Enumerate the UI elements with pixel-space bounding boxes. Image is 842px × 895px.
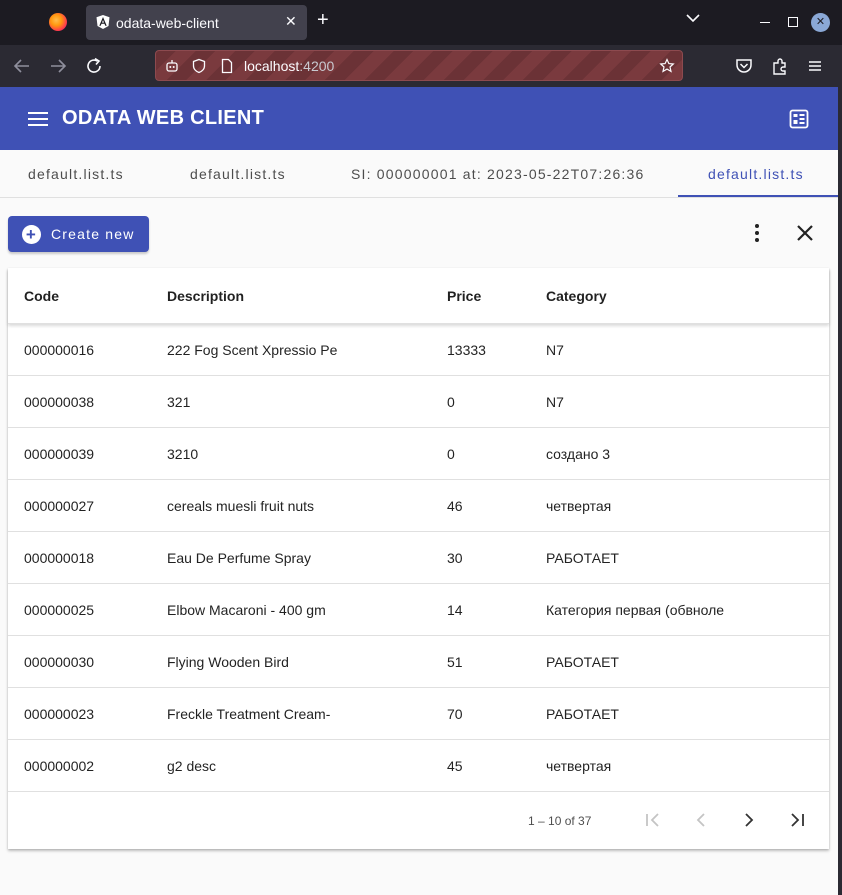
- cell-price: 13333: [447, 342, 486, 358]
- table-row[interactable]: 000000025 Elbow Macaroni - 400 gm 14 Кат…: [8, 584, 829, 636]
- cell-category: РАБОТАЕТ: [546, 706, 619, 722]
- app-toolbar: ODATA WEB CLIENT: [0, 87, 838, 150]
- first-page-icon[interactable]: [642, 809, 664, 831]
- forward-arrow-icon[interactable]: [47, 55, 69, 77]
- column-header-price[interactable]: Price: [447, 288, 481, 304]
- cell-price: 70: [447, 706, 463, 722]
- dashboard-icon[interactable]: [789, 109, 809, 129]
- table-row[interactable]: 000000016 222 Fog Scent Xpressio Pe 1333…: [8, 324, 829, 376]
- cell-code: 000000038: [24, 394, 95, 410]
- browser-tab[interactable]: odata-web-client ✕: [86, 5, 307, 40]
- active-tab-indicator: [678, 195, 838, 197]
- window-close-icon[interactable]: ✕: [811, 13, 830, 32]
- angular-icon: [96, 15, 110, 29]
- tab-default-list-active[interactable]: default.list.ts: [708, 150, 804, 198]
- browser-tab-title: odata-web-client: [116, 15, 219, 31]
- shield-icon[interactable]: [191, 58, 207, 74]
- table-row[interactable]: 000000002 g2 desc 45 четвертая: [8, 740, 829, 792]
- last-page-icon[interactable]: [786, 809, 808, 831]
- cell-price: 30: [447, 550, 463, 566]
- more-vert-icon[interactable]: [747, 221, 767, 245]
- cell-description: Elbow Macaroni - 400 gm: [167, 602, 326, 618]
- cell-category: Категория первая (обвноле: [546, 602, 725, 618]
- tab-default-list-1[interactable]: default.list.ts: [28, 150, 124, 198]
- cell-price: 46: [447, 498, 463, 514]
- tab-si-detail[interactable]: SI: 000000001 at: 2023-05-22T07:26:36: [351, 150, 645, 198]
- table-row[interactable]: 000000018 Eau De Perfume Spray 30 РАБОТА…: [8, 532, 829, 584]
- firefox-icon[interactable]: [49, 13, 67, 31]
- menu-icon[interactable]: [28, 111, 48, 127]
- cell-code: 000000027: [24, 498, 95, 514]
- table-row[interactable]: 000000039 3210 0 создано 3: [8, 428, 829, 480]
- minimize-icon[interactable]: [760, 22, 770, 23]
- reload-icon[interactable]: [83, 55, 105, 77]
- previous-page-icon[interactable]: [690, 809, 712, 831]
- browser-nav-bar: localhost:4200: [0, 45, 842, 87]
- list-tabs-chevron-icon[interactable]: [686, 13, 700, 23]
- app-root: ODATA WEB CLIENT default.list.ts default…: [0, 87, 838, 895]
- cell-category: четвертая: [546, 498, 612, 514]
- cell-code: 000000016: [24, 342, 95, 358]
- browser-tab-bar: odata-web-client ✕ + ✕: [0, 0, 842, 45]
- url-text: localhost:4200: [244, 58, 335, 74]
- back-arrow-icon[interactable]: [11, 55, 33, 77]
- cell-code: 000000025: [24, 602, 95, 618]
- robot-icon: [166, 60, 178, 72]
- hamburger-menu-icon[interactable]: [804, 55, 826, 77]
- cell-code: 000000002: [24, 758, 95, 774]
- cell-description: g2 desc: [167, 758, 217, 774]
- cell-category: N7: [546, 342, 564, 358]
- extensions-icon[interactable]: [769, 55, 791, 77]
- table-row[interactable]: 000000030 Flying Wooden Bird 51 РАБОТАЕТ: [8, 636, 829, 688]
- app-tab-bar: default.list.ts default.list.ts SI: 0000…: [0, 150, 838, 198]
- add-circle-icon: +: [22, 225, 41, 244]
- url-bar[interactable]: localhost:4200: [155, 50, 683, 81]
- cell-code: 000000018: [24, 550, 95, 566]
- cell-code: 000000039: [24, 446, 95, 462]
- column-header-code[interactable]: Code: [24, 288, 59, 304]
- tab-close-icon[interactable]: ✕: [285, 13, 297, 30]
- cell-category: четвертая: [546, 758, 612, 774]
- cell-price: 51: [447, 654, 463, 670]
- cell-price: 0: [447, 446, 455, 462]
- cell-description: 321: [167, 394, 191, 410]
- new-tab-icon[interactable]: +: [317, 10, 329, 30]
- cell-description: 3210: [167, 446, 199, 462]
- cell-description: 222 Fog Scent Xpressio Pe: [167, 342, 338, 358]
- maximize-icon[interactable]: [788, 17, 798, 27]
- pocket-icon[interactable]: [733, 55, 755, 77]
- cell-category: РАБОТАЕТ: [546, 654, 619, 670]
- bookmark-star-icon[interactable]: [659, 58, 675, 74]
- paginator-range-label: 1 – 10 of 37: [528, 814, 592, 828]
- next-page-icon[interactable]: [738, 809, 760, 831]
- table-header: Code Description Price Category: [8, 268, 829, 324]
- cell-description: Flying Wooden Bird: [167, 654, 289, 670]
- cell-description: Eau De Perfume Spray: [167, 550, 311, 566]
- cell-category: N7: [546, 394, 564, 410]
- cell-code: 000000030: [24, 654, 95, 670]
- table-row[interactable]: 000000038 321 0 N7: [8, 376, 829, 428]
- table-row[interactable]: 000000023 Freckle Treatment Cream- 70 РА…: [8, 688, 829, 740]
- cell-code: 000000023: [24, 706, 95, 722]
- column-header-description[interactable]: Description: [167, 288, 244, 304]
- cell-category: РАБОТАЕТ: [546, 550, 619, 566]
- paginator: 1 – 10 of 37: [8, 793, 829, 849]
- cell-category: создано 3: [546, 446, 611, 462]
- cell-description: Freckle Treatment Cream-: [167, 706, 331, 722]
- table-row[interactable]: 000000027 cereals muesli fruit nuts 46 ч…: [8, 480, 829, 532]
- app-title: ODATA WEB CLIENT: [62, 107, 265, 129]
- cell-price: 45: [447, 758, 463, 774]
- cell-price: 14: [447, 602, 463, 618]
- data-table-card: Code Description Price Category 00000001…: [8, 268, 829, 849]
- cell-price: 0: [447, 394, 455, 410]
- cell-description: cereals muesli fruit nuts: [167, 498, 315, 514]
- column-header-category[interactable]: Category: [546, 288, 607, 304]
- create-new-label: Create new: [51, 226, 135, 242]
- create-new-button[interactable]: + Create new: [8, 216, 149, 252]
- close-icon[interactable]: [794, 222, 816, 244]
- page-icon[interactable]: [219, 58, 235, 74]
- tab-default-list-2[interactable]: default.list.ts: [190, 150, 286, 198]
